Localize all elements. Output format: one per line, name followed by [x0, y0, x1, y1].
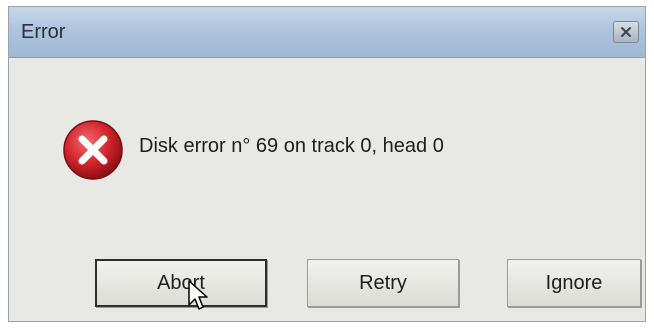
error-message: Disk error n° 69 on track 0, head 0 [139, 135, 444, 157]
abort-button[interactable]: Abort [95, 259, 267, 307]
error-icon [63, 120, 123, 180]
close-button[interactable] [613, 21, 639, 43]
close-icon [621, 27, 631, 37]
retry-button[interactable]: Retry [307, 259, 459, 307]
window-title: Error [21, 21, 66, 43]
error-dialog: Error Disk error n° 69 on track 0, head … [8, 6, 646, 322]
ignore-button[interactable]: Ignore [507, 259, 641, 307]
title-bar[interactable]: Error [9, 7, 645, 58]
mouse-cursor-icon [188, 280, 208, 310]
